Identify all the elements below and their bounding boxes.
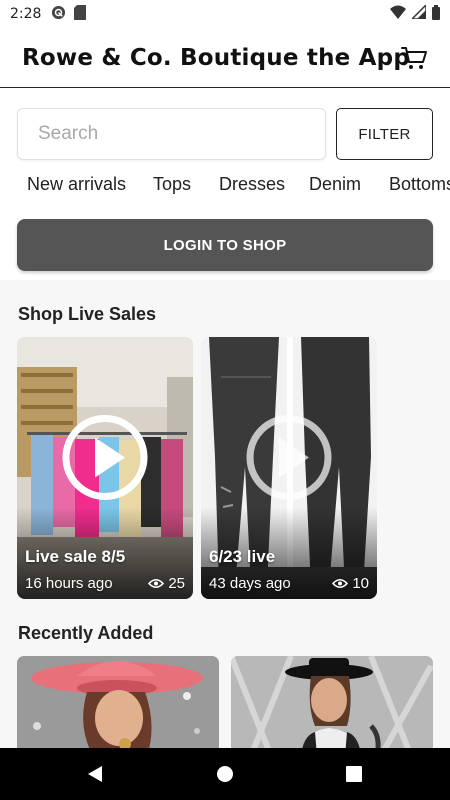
product-card[interactable] <box>17 656 219 756</box>
back-icon[interactable] <box>86 765 104 783</box>
sd-card-icon <box>74 4 87 24</box>
app-title: Rowe & Co. Boutique the App <box>22 44 410 71</box>
live-sale-age: 43 days ago <box>209 575 291 592</box>
login-to-shop-button[interactable]: LOGIN TO SHOP <box>17 219 433 271</box>
category-bottoms[interactable]: Bottoms <box>389 174 450 195</box>
status-time: 2:28 <box>10 6 42 22</box>
app-header: Rowe & Co. Boutique the App <box>0 28 450 88</box>
content-area: Shop Live Sales Live sale 8/5 16 hours a… <box>0 280 450 756</box>
battery-icon <box>432 4 440 24</box>
live-sale-meta: 16 hours ago 25 <box>25 575 185 592</box>
view-count: 10 <box>332 575 369 592</box>
eye-icon <box>332 578 349 589</box>
live-sale-age: 16 hours ago <box>25 575 113 592</box>
recents-icon[interactable] <box>346 766 362 782</box>
recently-added-title: Recently Added <box>18 623 154 643</box>
cart-button[interactable] <box>400 44 428 72</box>
system-nav-bar <box>0 748 450 800</box>
live-sale-title: 6/23 live <box>209 547 276 566</box>
product-image <box>17 656 219 756</box>
wifi-icon <box>390 5 406 23</box>
play-icon[interactable] <box>61 413 149 501</box>
category-tops[interactable]: Tops <box>153 174 191 195</box>
category-tabs: New arrivals Tops Dresses Denim Bottoms <box>0 174 450 204</box>
filter-button[interactable]: FILTER <box>336 108 433 160</box>
cell-signal-icon <box>410 3 427 23</box>
view-count-value: 25 <box>168 575 185 592</box>
product-card[interactable] <box>231 656 433 756</box>
search-input[interactable] <box>17 108 326 160</box>
eye-icon <box>148 578 165 589</box>
view-count-value: 10 <box>352 575 369 592</box>
live-sale-title: Live sale 8/5 <box>25 547 126 566</box>
view-count: 25 <box>148 575 185 592</box>
live-sale-card[interactable]: 6/23 live 43 days ago 10 <box>201 337 377 599</box>
cart-icon <box>401 47 427 69</box>
search-row: FILTER <box>17 108 433 160</box>
category-dresses[interactable]: Dresses <box>219 174 285 195</box>
sync-icon <box>51 5 66 24</box>
home-icon[interactable] <box>216 765 234 783</box>
live-sale-meta: 43 days ago 10 <box>209 575 369 592</box>
live-sale-card[interactable]: Live sale 8/5 16 hours ago 25 <box>17 337 193 599</box>
category-denim[interactable]: Denim <box>309 174 361 195</box>
live-sales-title: Shop Live Sales <box>18 304 157 324</box>
play-icon[interactable] <box>245 413 333 501</box>
status-bar: 2:28 <box>0 0 450 28</box>
category-new-arrivals[interactable]: New arrivals <box>27 174 126 195</box>
product-image <box>231 656 433 756</box>
